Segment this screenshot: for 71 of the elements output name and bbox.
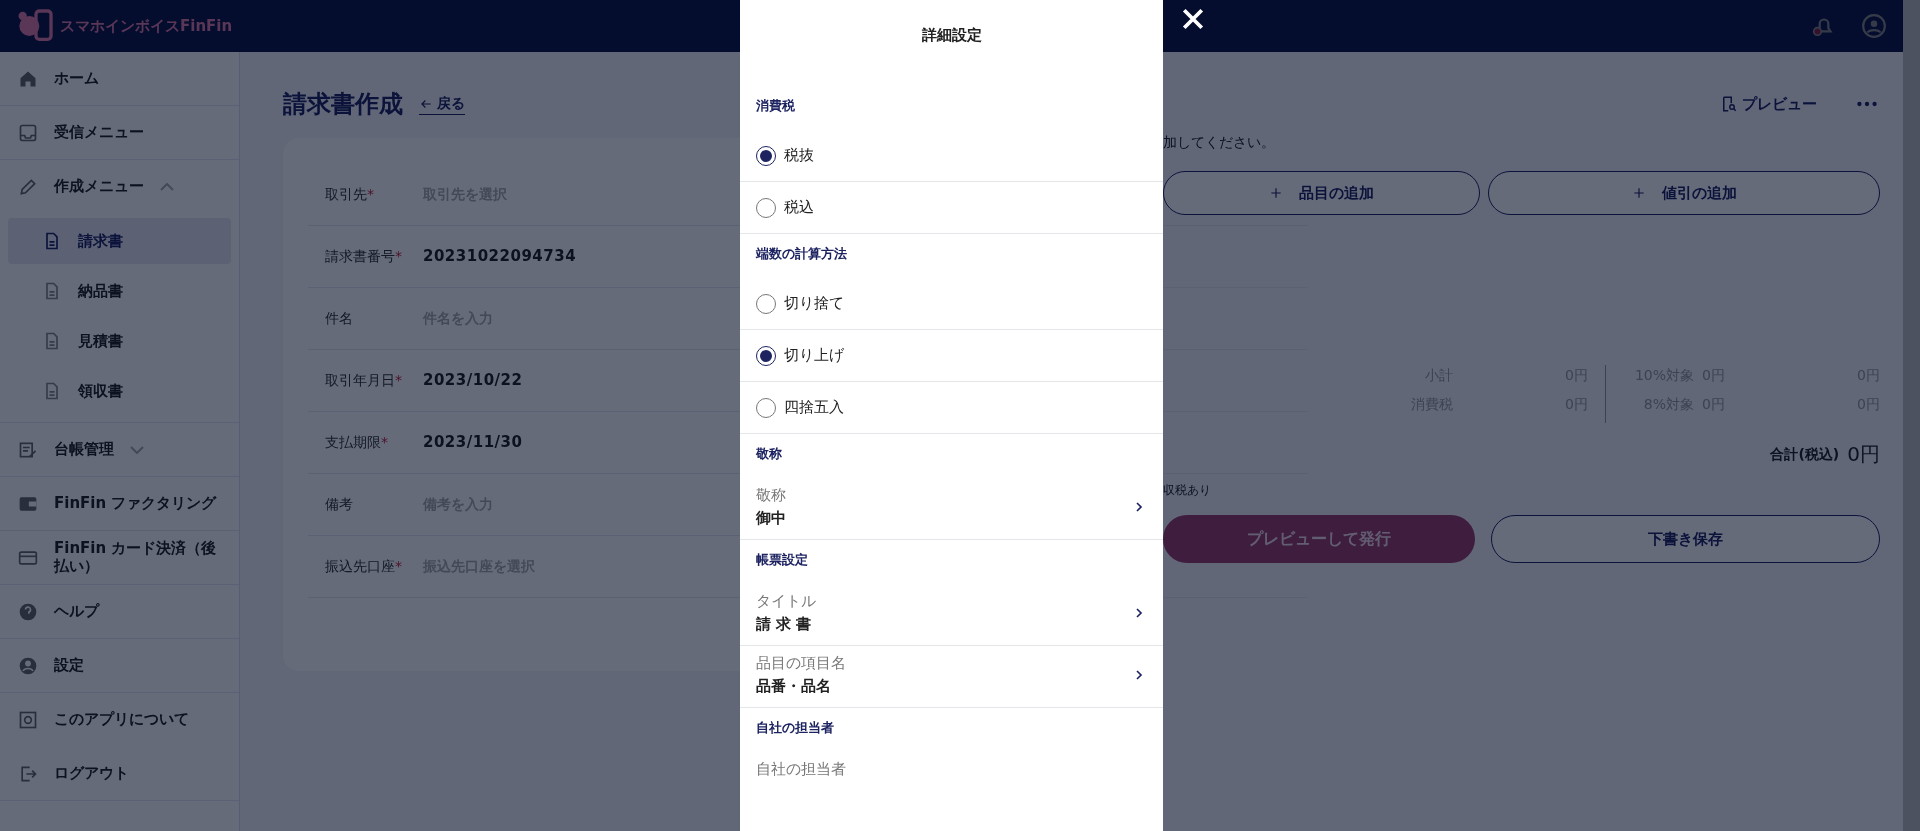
radio-option[interactable]: 切り捨て: [740, 278, 1163, 330]
section-heading: 消費税: [756, 98, 795, 113]
setting-label: 品目の項目名: [756, 653, 847, 674]
field-value[interactable]: 2023/10/22: [423, 369, 523, 392]
section-heading: 敬称: [756, 446, 782, 461]
setting-value: 請 求 書: [756, 613, 813, 635]
page-title: 請求書作成: [283, 89, 403, 120]
save-draft-button[interactable]: 下書き保存: [1491, 515, 1880, 563]
sidebar-subitem[interactable]: 領収書: [8, 368, 231, 414]
add-discount-button[interactable]: 値引の追加: [1488, 171, 1880, 215]
sidebar-item[interactable]: ログアウト: [0, 747, 239, 801]
sidebar-item[interactable]: FinFin カード決済（後払い）: [0, 531, 239, 585]
required-mark: *: [381, 433, 388, 452]
note-text: 収税あり: [1163, 482, 1212, 499]
setting-label: 自社の担当者: [756, 759, 847, 780]
section-heading: 端数の計算方法: [756, 246, 847, 261]
settings-link-row[interactable]: 自社の担当者: [740, 752, 1163, 791]
field-label: 取引年月日: [325, 371, 395, 390]
field-label: 件名: [325, 309, 353, 328]
field-label: 振込先口座: [325, 557, 395, 576]
setting-value: 品番・品名: [756, 675, 832, 697]
field-label: 支払期限: [325, 433, 381, 452]
section-heading: 帳票設定: [756, 552, 808, 567]
sidebar-item[interactable]: 受信メニュー: [0, 106, 239, 160]
app-logo: スマホインボイスFinFin: [60, 15, 233, 37]
total-value: 0円: [1847, 441, 1880, 468]
radio-option[interactable]: 切り上げ: [740, 330, 1163, 382]
sidebar-item[interactable]: 設定: [0, 639, 239, 693]
preview-button[interactable]: プレビュー: [1719, 91, 1818, 117]
setting-value: 御中: [756, 507, 787, 529]
sidebar-item[interactable]: このアプリについて: [0, 693, 239, 747]
sidebar-subitem[interactable]: 請求書: [8, 218, 231, 264]
settings-link-row[interactable]: タイトル 請 求 書: [740, 584, 1163, 646]
hint-text: 加してください。: [1163, 133, 1276, 152]
setting-label: タイトル: [756, 591, 817, 612]
sidebar-item[interactable]: 作成メニュー: [0, 160, 239, 214]
back-link[interactable]: 戻る: [419, 93, 465, 115]
section-heading: 自社の担当者: [756, 720, 834, 735]
panel-title: 詳細設定: [921, 25, 982, 46]
sidebar-subitem[interactable]: 納品書: [8, 268, 231, 314]
sidebar-item[interactable]: ヘルプ: [0, 585, 239, 639]
document-search-icon: [1720, 95, 1738, 113]
sidebar-item[interactable]: 台帳管理: [0, 423, 239, 477]
field-value[interactable]: 2023/11/30: [423, 431, 523, 454]
field-label: 取引先: [325, 185, 367, 204]
radio-option[interactable]: 税抜: [740, 130, 1163, 182]
settings-link-row[interactable]: 敬称 御中: [740, 478, 1163, 540]
setting-label: 敬称: [756, 485, 787, 506]
radio-option[interactable]: 四捨五入: [740, 382, 1163, 434]
sidebar-item[interactable]: ホーム: [0, 52, 239, 106]
sidebar-item[interactable]: FinFin ファクタリング: [0, 477, 239, 531]
tray-icon: [18, 122, 38, 143]
radio-option[interactable]: 税込: [740, 182, 1163, 234]
required-mark: *: [395, 557, 402, 576]
required-mark: *: [367, 185, 374, 204]
user-icon: [18, 655, 38, 676]
scrollbar[interactable]: [1903, 0, 1920, 831]
total-label: 合計(税込): [1770, 444, 1840, 464]
help-icon: [18, 601, 38, 622]
gear-icon: [18, 710, 38, 730]
pencil-icon: [18, 177, 38, 197]
field-value[interactable]: 20231022094734: [423, 245, 577, 268]
plus-icon: [1631, 186, 1646, 200]
required-mark: *: [395, 247, 402, 266]
plus-icon: [1269, 186, 1283, 200]
field-label: 請求書番号: [325, 247, 395, 266]
add-item-button[interactable]: 品目の追加: [1163, 171, 1480, 215]
sidebar-subitem[interactable]: 見積書: [8, 318, 231, 364]
field-label: 備考: [325, 495, 353, 514]
required-mark: *: [395, 371, 402, 390]
settings-link-row[interactable]: 品目の項目名 品番・品名: [740, 646, 1163, 708]
